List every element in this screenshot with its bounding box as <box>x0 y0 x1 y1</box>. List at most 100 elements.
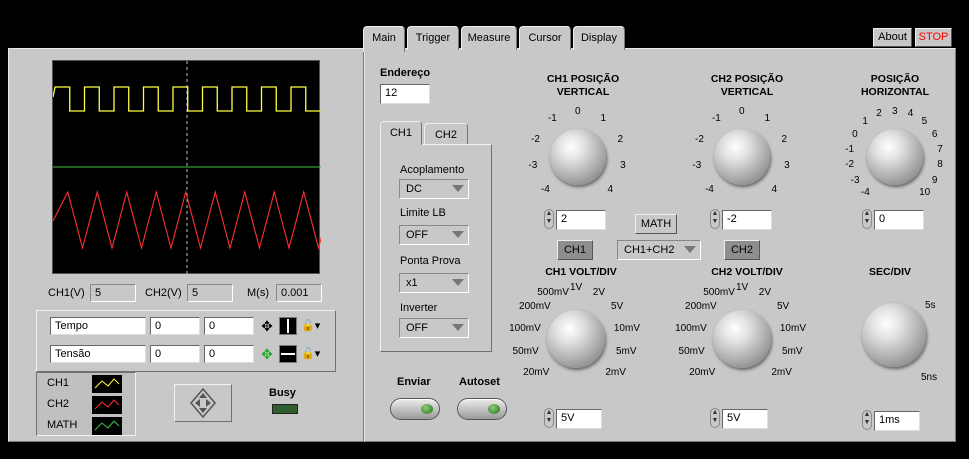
ch1-volt-title: CH1 VOLT/DIV <box>545 266 617 278</box>
chevron-down-icon <box>452 185 464 192</box>
ch2-volt-knob[interactable] <box>713 310 771 368</box>
channel-tab-ch1[interactable]: CH1 <box>380 121 422 145</box>
math-button[interactable]: MATH <box>635 214 677 234</box>
endereco-input[interactable]: 12 <box>380 84 430 104</box>
ch2-pos-knob[interactable] <box>714 129 770 185</box>
limite-label: Limite LB <box>400 207 446 219</box>
ch2-scale-label: CH2(V) <box>145 287 182 299</box>
tab-cursor[interactable]: Cursor <box>519 26 571 50</box>
legend-ch1-swatch <box>92 375 122 393</box>
acoplamento-select[interactable]: DC <box>399 179 469 199</box>
ch1-pos-title-line2: VERTICAL <box>556 86 610 98</box>
ch1-volt-input[interactable]: 5V <box>556 409 602 429</box>
autoset-button[interactable] <box>457 398 507 420</box>
limite-select[interactable]: OFF <box>399 225 469 245</box>
dial-scale-label: 0 <box>852 128 858 140</box>
dial-scale-label: 1V <box>570 281 583 293</box>
h-pos-input[interactable]: 0 <box>874 210 924 230</box>
h-pos-stepper[interactable]: ▲ ▼ <box>862 209 872 229</box>
ch1-pos-stepper[interactable]: ▲ ▼ <box>544 209 554 229</box>
cursor-tempo-x[interactable]: 0 <box>150 317 200 335</box>
tab-trigger[interactable]: Trigger <box>407 26 459 50</box>
ch1-toggle-button[interactable]: CH1 <box>557 240 593 260</box>
dial-scale-label: -3 <box>692 160 702 172</box>
cursor-name-tensao[interactable]: Tensão <box>50 345 146 363</box>
dial-scale-label: -1 <box>845 143 855 155</box>
cursor-tensao-y[interactable]: 0 <box>204 345 254 363</box>
tab-display[interactable]: Display <box>573 26 625 50</box>
legend-ch1-label: CH1 <box>47 377 70 389</box>
chevron-down-icon <box>684 246 696 253</box>
dial-scale-label: 2 <box>781 133 788 145</box>
ch1-volt-stepper[interactable]: ▲ ▼ <box>544 408 554 428</box>
dial-scale-label: 10 <box>919 186 931 198</box>
ch1-pos-input[interactable]: 2 <box>556 210 606 230</box>
chevron-down-icon <box>452 231 464 238</box>
cursor-style-icon[interactable] <box>279 345 297 363</box>
stop-button[interactable]: STOP <box>915 28 952 47</box>
cursor-style-icon[interactable] <box>279 317 297 335</box>
time-scale-label: M(s) <box>247 287 269 299</box>
inverter-label: Inverter <box>400 302 438 314</box>
sec-div-max-label: 5s <box>925 300 936 311</box>
cursor-tempo-y[interactable]: 0 <box>204 317 254 335</box>
dial-scale-label: 5mV <box>615 346 637 358</box>
inverter-select[interactable]: OFF <box>399 318 469 338</box>
ch2-volt-dial[interactable]: 20mV 50mV 100mV 200mV 500mV 1V 2V 5V 10mV 5mV 2mV <box>672 282 812 392</box>
inverter-value: OFF <box>406 322 428 334</box>
dial-scale-label: 3 <box>620 160 626 172</box>
dial-scale-label: -1 <box>711 113 721 125</box>
graph-palette-button[interactable] <box>174 384 232 422</box>
sec-div-knob[interactable] <box>862 303 926 367</box>
h-pos-knob[interactable] <box>867 129 923 185</box>
ch2-volt-input[interactable]: 5V <box>722 409 768 429</box>
legend-ch2-swatch <box>92 396 122 414</box>
channel-tab-ch2[interactable]: CH2 <box>424 123 468 145</box>
cursor-tensao-x[interactable]: 0 <box>150 345 200 363</box>
dial-scale-label: 4 <box>771 184 778 196</box>
legend-ch2-label: CH2 <box>47 398 70 410</box>
tab-measure[interactable]: Measure <box>461 26 517 50</box>
dial-scale-label: 2V <box>758 286 772 298</box>
ch1-volt-dial[interactable]: 20mV 50mV 100mV 200mV 500mV 1V 2V 5V 10mV 5mV 2mV <box>506 282 646 392</box>
cursor-lock-icon[interactable]: 🔓▾ <box>301 317 323 335</box>
ch1-pos-knob[interactable] <box>550 129 606 185</box>
cursor-lock-icon[interactable]: 🔓▾ <box>301 345 323 363</box>
dial-scale-label: 5mV <box>781 346 803 358</box>
dial-scale-label: 9 <box>931 174 938 186</box>
ch2-pos-input[interactable]: -2 <box>722 210 772 230</box>
waveform-plot <box>52 61 334 275</box>
cursor-move-icon[interactable]: ✥ <box>258 317 276 335</box>
ch2-pos-dial[interactable]: -4 -3 -2 -1 0 1 2 3 4 <box>682 104 802 204</box>
dial-scale-label: 8 <box>937 159 943 171</box>
sec-div-stepper[interactable]: ▲ ▼ <box>862 410 872 430</box>
math-mode-select[interactable]: CH1+CH2 <box>617 240 701 260</box>
h-pos-title: POSIÇÃO HORIZONTAL <box>848 73 942 99</box>
dial-scale-label: 1 <box>862 116 868 128</box>
ponta-select[interactable]: x1 <box>399 273 469 293</box>
ch1-volt-knob[interactable] <box>547 310 605 368</box>
enviar-label: Enviar <box>397 376 431 388</box>
dial-scale-label: -2 <box>531 133 540 145</box>
ch2-pos-stepper[interactable]: ▲ ▼ <box>710 209 720 229</box>
dial-scale-label: -4 <box>860 186 870 198</box>
tab-main[interactable]: Main <box>363 26 405 52</box>
acoplamento-value: DC <box>406 183 422 195</box>
about-button[interactable]: About <box>873 28 912 47</box>
dial-scale-label: 5 <box>921 116 928 128</box>
dial-scale-label: 500mV <box>703 286 735 298</box>
sec-div-input[interactable]: 1ms <box>874 411 920 431</box>
ch2-toggle-button[interactable]: CH2 <box>724 240 760 260</box>
ch1-pos-dial[interactable]: -4 -3 -2 -1 0 1 2 3 4 <box>518 104 638 204</box>
ch2-volt-stepper[interactable]: ▲ ▼ <box>710 408 720 428</box>
cursor-name-tempo[interactable]: Tempo <box>50 317 146 335</box>
ch1-pos-title: CH1 POSIÇÃO VERTICAL <box>528 73 638 99</box>
dial-scale-label: 100mV <box>675 322 707 334</box>
enviar-button[interactable] <box>390 398 440 420</box>
dial-scale-label: 4 <box>907 108 914 120</box>
dial-scale-label: 100mV <box>509 322 541 334</box>
dial-scale-label: 1V <box>736 281 749 293</box>
h-pos-dial[interactable]: -4 -3 -2 -1 0 1 2 3 4 5 6 7 8 9 10 <box>835 104 955 204</box>
ponta-label: Ponta Prova <box>400 255 461 267</box>
cursor-move-icon[interactable]: ✥ <box>258 345 276 363</box>
